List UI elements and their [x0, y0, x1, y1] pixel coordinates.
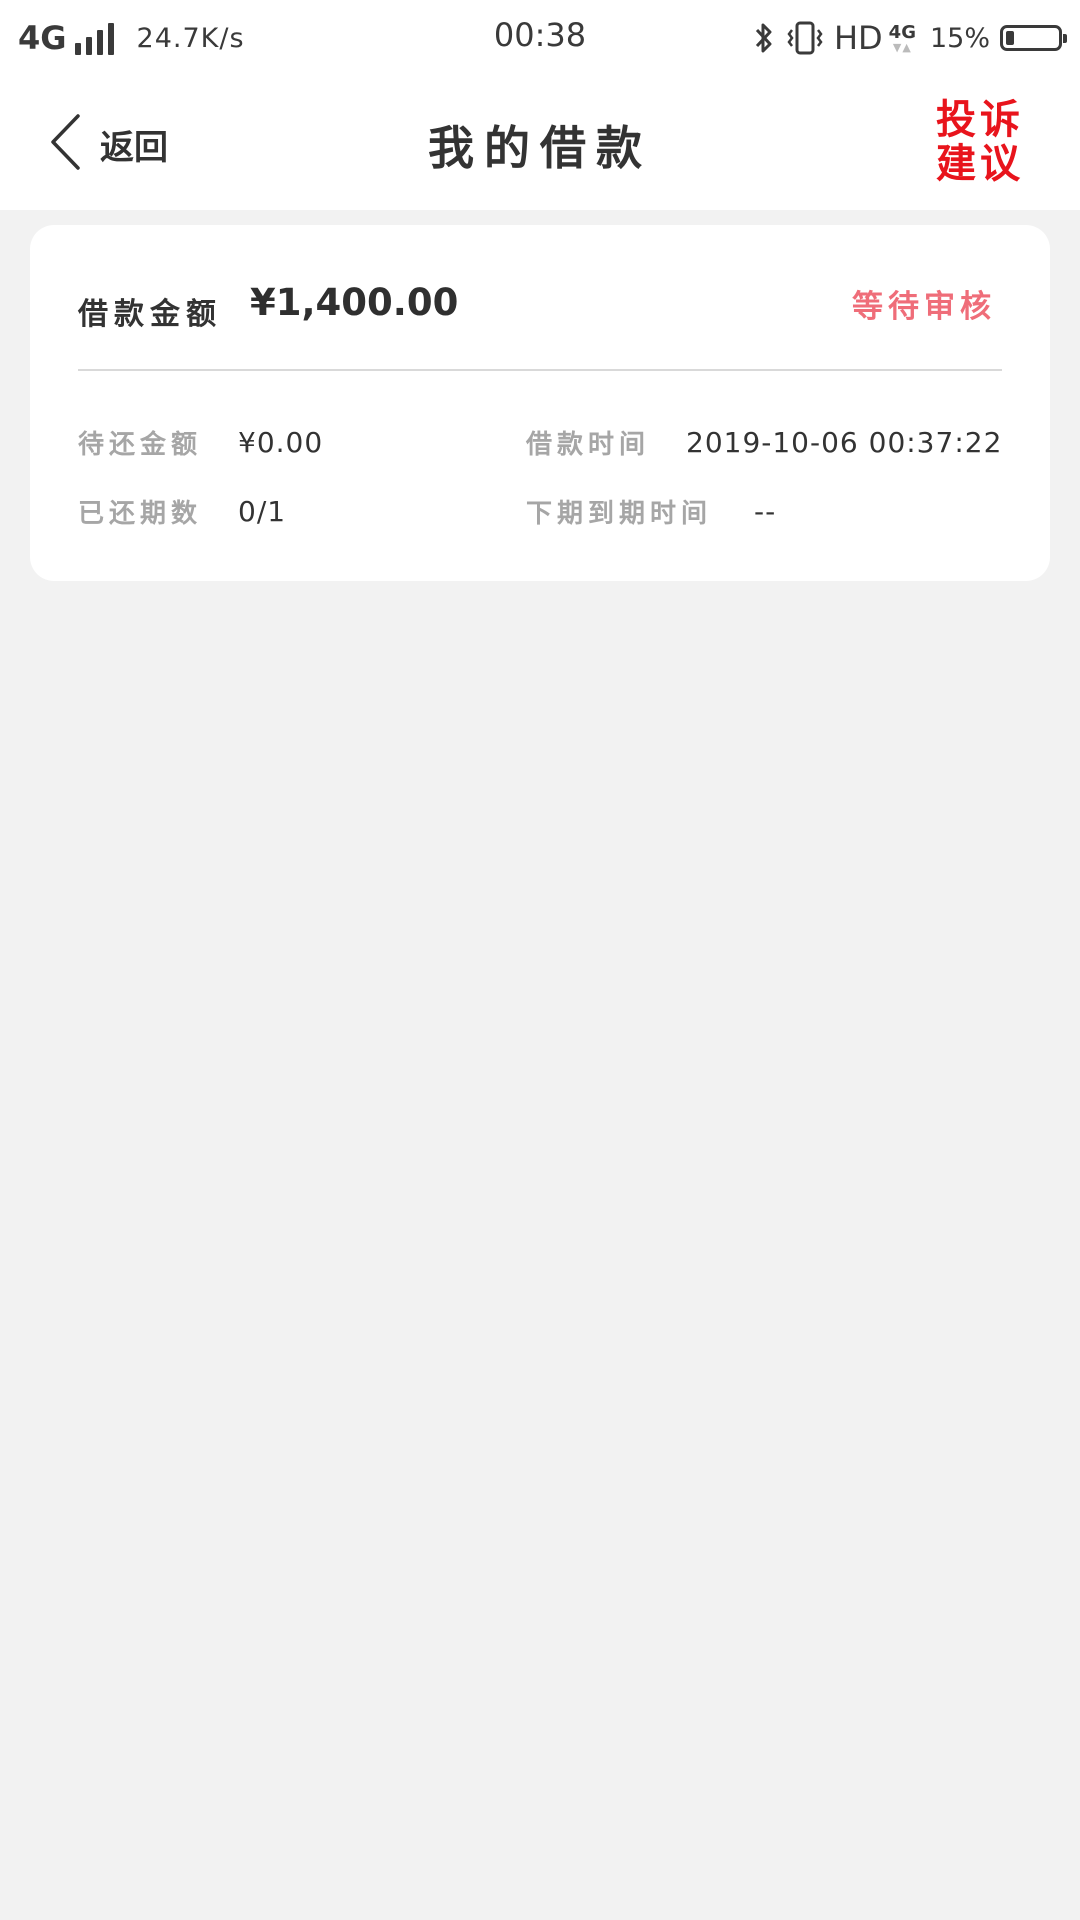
next-due-value: --: [754, 494, 777, 528]
complaint-label-line1: 投诉: [936, 96, 1024, 143]
data-arrows-icon: ▼▲: [892, 40, 912, 54]
next-due-label: 下期到期时间: [526, 498, 713, 529]
card-divider: [78, 369, 1002, 371]
nav-bar: 返回 我的借款 投诉 建议: [0, 76, 1080, 210]
battery-icon: [1000, 25, 1067, 51]
loan-amount-value: ¥1,400.00: [250, 281, 459, 324]
status-badge: 等待审核: [852, 289, 996, 325]
page-title: 我的借款: [428, 121, 652, 175]
loan-time-value: 2019-10-06 00:37:22: [686, 425, 1003, 459]
loan-card[interactable]: 借款金额 ¥1,400.00 等待审核 待还金额 ¥0.00 借款时间 2019…: [30, 225, 1050, 581]
loan-amount-label: 借款金额: [78, 297, 222, 332]
loan-amount-row: 借款金额 ¥1,400.00 等待审核: [78, 281, 1002, 341]
pending-repayment-label: 待还金额: [78, 429, 203, 460]
complaint-label-line2: 建议: [936, 140, 1024, 187]
pending-repayment-item: 待还金额 ¥0.00: [78, 420, 323, 464]
repaid-periods-label: 已还期数: [78, 498, 203, 529]
mobile-data-label: 4G: [888, 21, 916, 43]
loan-time-label: 借款时间: [526, 429, 651, 460]
status-bar: 4G 24.7K/s 00:38 HD 4G ▼▲ 15%: [0, 0, 1080, 76]
loan-time-item: 借款时间 2019-10-06 00:37:22: [526, 420, 1002, 464]
battery-level: [1006, 31, 1014, 45]
vibrate-icon: [786, 20, 824, 56]
pending-repayment-value: ¥0.00: [238, 425, 324, 459]
hd-indicator: HD: [833, 19, 883, 57]
repaid-periods-value: 0/1: [238, 494, 287, 528]
bluetooth-icon: [752, 20, 776, 56]
mobile-data-indicator: 4G ▼▲: [888, 21, 916, 54]
next-due-item: 下期到期时间 --: [526, 489, 776, 533]
repaid-periods-item: 已还期数 0/1: [78, 489, 286, 533]
status-right: HD 4G ▼▲ 15%: [742, 14, 1067, 62]
complaint-suggestion-button[interactable]: 投诉 建议: [922, 98, 1038, 186]
battery-percent: 15%: [929, 22, 990, 54]
